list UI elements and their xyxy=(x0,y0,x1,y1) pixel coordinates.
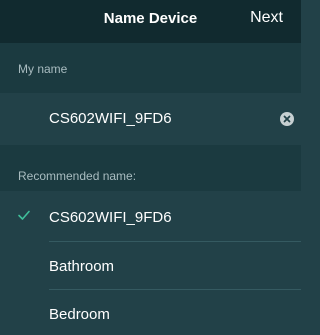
checkmark-icon xyxy=(17,208,31,227)
name-field[interactable]: CS602WIFI_9FD6 xyxy=(0,93,301,145)
my-name-header-label: My name xyxy=(18,62,68,76)
recommended-item-1[interactable]: CS602WIFI_9FD6 xyxy=(0,193,301,241)
recommended-header-label: Recommended name: xyxy=(18,169,137,183)
recommended-header: Recommended name: xyxy=(0,145,301,191)
recommended-item-label: Bathroom xyxy=(49,258,115,275)
name-input-value[interactable]: CS602WIFI_9FD6 xyxy=(49,110,172,127)
nav-bar: Name Device Next xyxy=(0,0,301,43)
recommended-item-label: Bedroom xyxy=(49,306,110,323)
my-name-header: My name xyxy=(0,43,301,93)
recommended-item-2[interactable]: Bathroom xyxy=(0,242,301,290)
clear-icon[interactable] xyxy=(280,112,294,126)
recommended-item-label: CS602WIFI_9FD6 xyxy=(49,209,172,226)
recommended-item-3[interactable]: Bedroom xyxy=(0,290,301,335)
next-button[interactable]: Next xyxy=(250,9,283,27)
